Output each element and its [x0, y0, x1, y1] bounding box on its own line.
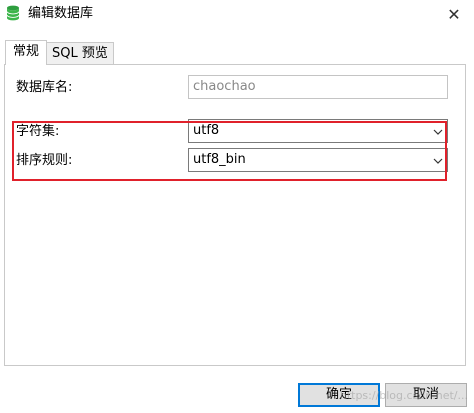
charset-value: utf8 [193, 123, 220, 138]
window-title: 编辑数据库 [28, 6, 94, 21]
db-name-field[interactable]: chaochao [188, 75, 448, 99]
close-button[interactable]: ✕ [434, 0, 474, 28]
collation-value: utf8_bin [193, 152, 246, 167]
tab-general[interactable]: 常规 [5, 40, 48, 65]
collation-label: 排序规则: [16, 153, 73, 168]
close-icon: ✕ [447, 4, 461, 24]
charset-select[interactable]: utf8 [188, 119, 448, 143]
database-icon [6, 5, 20, 21]
tab-panel-general [4, 64, 466, 366]
chevron-down-icon [433, 158, 443, 164]
chevron-down-icon [433, 129, 443, 135]
title-bar: 编辑数据库 ✕ [0, 0, 474, 28]
ok-button[interactable]: 确定 [298, 383, 380, 407]
tab-bar: 常规 SQL 预览 [5, 40, 114, 65]
charset-label: 字符集: [16, 124, 60, 139]
collation-select[interactable]: utf8_bin [188, 148, 448, 172]
tab-sql-preview[interactable]: SQL 预览 [46, 42, 114, 64]
db-name-label: 数据库名: [16, 80, 73, 95]
cancel-button[interactable]: 取消 [385, 383, 467, 407]
